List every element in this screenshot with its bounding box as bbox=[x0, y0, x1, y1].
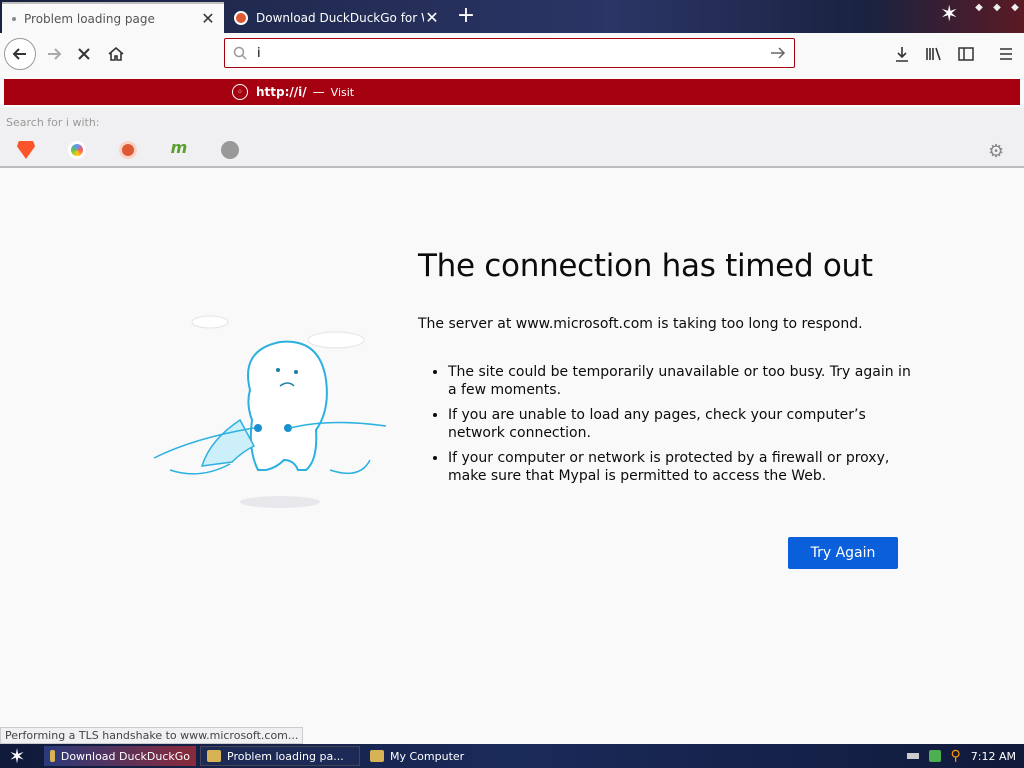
brave-icon[interactable] bbox=[17, 141, 35, 159]
arrow-right-icon bbox=[48, 48, 62, 60]
start-button[interactable]: ✶ bbox=[2, 744, 32, 768]
forward-button[interactable] bbox=[38, 38, 70, 70]
menu-button[interactable] bbox=[990, 38, 1022, 70]
tab-title: Problem loading page bbox=[24, 11, 155, 26]
tab-title: Download DuckDuckGo for Windows bbox=[256, 10, 424, 25]
list-item: If your computer or network is protected… bbox=[448, 449, 912, 485]
error-tips-list: The site could be temporarily unavailabl… bbox=[432, 363, 912, 492]
window-controls: ◆ ◆ ◆ bbox=[970, 2, 1024, 20]
duckduckgo-favicon-icon bbox=[234, 10, 248, 25]
back-button[interactable] bbox=[4, 38, 36, 70]
dinosaur-illustration bbox=[153, 315, 387, 508]
hamburger-icon bbox=[1000, 48, 1012, 60]
mojeek-icon[interactable]: m bbox=[170, 140, 188, 159]
tab-strip: Problem loading page ✕ Download DuckDuck… bbox=[0, 0, 1024, 33]
sidebar-icon bbox=[958, 47, 974, 61]
suggestion-dash: — bbox=[312, 85, 325, 99]
loading-dot-icon bbox=[12, 16, 16, 21]
error-page: The connection has timed out The server … bbox=[0, 170, 1024, 728]
home-button[interactable] bbox=[100, 38, 132, 70]
close-tab-icon[interactable]: ✕ bbox=[424, 8, 440, 27]
list-item: The site could be temporarily unavailabl… bbox=[448, 363, 912, 399]
library-icon bbox=[926, 47, 941, 61]
close-tab-icon[interactable]: ✕ bbox=[200, 9, 216, 28]
taskbar-item-problem-loading[interactable]: Problem loading pa... bbox=[200, 746, 360, 766]
taskbar: ✶ Download DuckDuckGo Problem loading pa… bbox=[0, 744, 1024, 768]
url-suggestion[interactable]: ◦ http://i/ — Visit bbox=[4, 79, 1020, 105]
globe-icon: ◦ bbox=[232, 84, 248, 100]
try-again-button[interactable]: Try Again bbox=[788, 537, 898, 569]
tab-problem-loading[interactable]: Problem loading page ✕ bbox=[2, 2, 224, 33]
error-title: The connection has timed out bbox=[418, 248, 873, 284]
navigation-toolbar bbox=[0, 33, 1024, 75]
task-label: Download DuckDuckGo bbox=[60, 749, 190, 763]
search-icon bbox=[233, 46, 247, 60]
error-description: The server at www.microsoft.com is takin… bbox=[418, 316, 863, 332]
gear-icon[interactable]: ⚙ bbox=[988, 141, 1004, 162]
suggestion-url: http://i/ bbox=[256, 85, 307, 99]
url-bar[interactable] bbox=[224, 38, 795, 68]
downloads-button[interactable] bbox=[886, 38, 918, 70]
network-icon[interactable] bbox=[928, 750, 941, 762]
clock[interactable]: 7:12 AM bbox=[971, 750, 1016, 763]
search-icon[interactable] bbox=[221, 141, 239, 159]
list-item: If you are unable to load any pages, che… bbox=[448, 406, 912, 442]
search-icon[interactable]: ⚲ bbox=[951, 748, 961, 764]
folder-icon bbox=[370, 750, 384, 762]
search-with-label: Search for i with: bbox=[6, 116, 100, 129]
task-label: My Computer bbox=[390, 749, 465, 763]
duckduckgo-icon[interactable] bbox=[119, 141, 137, 159]
go-arrow-icon[interactable] bbox=[770, 46, 786, 60]
status-text: Performing a TLS handshake to www.micros… bbox=[0, 727, 304, 744]
close-icon bbox=[78, 48, 90, 60]
taskbar-item-my-computer[interactable]: My Computer bbox=[364, 746, 514, 766]
tab-download-duckduckgo[interactable]: Download DuckDuckGo for Windows ✕ bbox=[226, 2, 448, 33]
minimize-icon[interactable]: ◆ bbox=[975, 2, 983, 20]
maximize-icon[interactable]: ◆ bbox=[993, 2, 1001, 20]
suggestion-action: Visit bbox=[330, 85, 355, 99]
download-icon bbox=[896, 47, 908, 62]
one-off-search-engines: Search for i with: m ⚙ bbox=[0, 107, 1024, 168]
keyboard-icon[interactable] bbox=[906, 753, 919, 759]
app-icon bbox=[207, 750, 221, 762]
task-label: Problem loading pa... bbox=[227, 749, 344, 763]
system-tray: ⚲ 7:12 AM bbox=[872, 744, 1024, 768]
home-icon bbox=[108, 46, 124, 61]
url-input[interactable] bbox=[255, 44, 770, 62]
arrow-left-icon bbox=[12, 48, 26, 60]
qwant-icon[interactable] bbox=[68, 141, 86, 159]
sidebar-button[interactable] bbox=[950, 38, 982, 70]
stop-button[interactable] bbox=[68, 38, 100, 70]
library-button[interactable] bbox=[918, 38, 950, 70]
app-icon bbox=[50, 750, 55, 762]
new-tab-button[interactable]: + bbox=[452, 3, 480, 29]
taskbar-item-download-duckduckgo[interactable]: Download DuckDuckGo bbox=[44, 746, 196, 766]
star-icon: ✶ bbox=[940, 2, 959, 27]
close-window-icon[interactable]: ◆ bbox=[1011, 2, 1019, 20]
